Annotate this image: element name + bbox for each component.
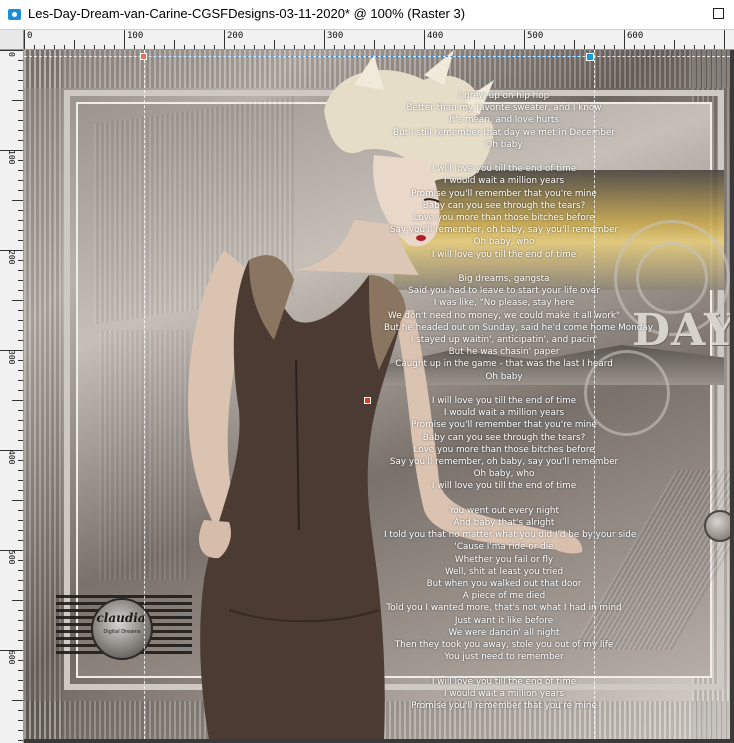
lyric-line: Love you more than those bitches before [413,444,595,455]
lyric-line [384,383,624,395]
lyric-line: You just need to remember [444,652,564,663]
lyric-line: I was like, "No please, stay here [433,298,575,309]
title-bar[interactable]: Les-Day-Dream-van-Carine-CGSFDesigns-03-… [0,0,734,30]
watermark-badge: claudia Digital Dreams [56,595,192,660]
transform-handle[interactable] [364,397,371,404]
image-canvas[interactable]: DAY I grew up on hip hop Better than my … [24,50,730,739]
camera-icon [8,9,21,20]
lyric-line: I would wait a million years [443,688,565,699]
lyric-line: Say you'll remember, oh baby, say you'll… [389,225,619,236]
lyric-line: I would wait a million years [443,408,565,419]
lyric-line [384,663,624,675]
lyric-line: Oh baby [485,139,523,150]
ruler-top-label: 400 [427,31,444,41]
ruler-left-label: 0 [7,52,16,57]
lyric-line: I will love you till the end of time [431,164,577,175]
decorative-knob [704,510,730,542]
lyric-line: 'Cause I'ma ride or die [454,542,554,553]
ruler-vertical[interactable]: 0 100 200 300 400 500 600 [0,50,24,743]
lyric-line: But when you walked out that door [426,579,582,590]
lyric-line: Promise you'll remember that you're mine [411,420,597,431]
lyric-line: Oh baby [485,371,523,382]
ruler-left-label: 200 [7,250,16,265]
image-window: Les-Day-Dream-van-Carine-CGSFDesigns-03-… [0,0,734,743]
lyric-line: Promise you'll remember that you're mine [411,701,597,712]
building-texture [94,95,294,325]
guide-handle[interactable] [586,53,594,61]
lyric-line: We were dancin' all night [448,627,560,638]
ruler-left-label: 600 [7,650,16,665]
ruler-left-label: 300 [7,350,16,365]
lyric-line: Love you more than those bitches before [413,213,595,224]
lyric-line: I will love you till the end of time [431,676,577,687]
lyric-line: Told you I wanted more, that's not what … [386,603,622,614]
lyric-line: Oh baby, who [473,469,535,480]
guide-vertical[interactable] [594,50,595,739]
lyric-line: Caught up in the game - that was the las… [395,359,613,370]
lyric-line [384,261,624,273]
scrollbar-horizontal[interactable] [24,739,730,743]
lyric-line: I will love you till the end of time [431,249,577,260]
lyric-line [384,151,624,163]
border-pattern-bottom [24,701,730,739]
lyric-line: Promise you'll remember that you're mine [411,188,597,199]
ruler-left-label: 100 [7,150,16,165]
lyric-line: You went out every night [449,505,559,516]
guide-vertical[interactable] [144,50,145,739]
ruler-top-label: 0 [27,31,33,41]
lyric-line: I will love you till the end of time [431,481,577,492]
lyric-line: Well, shit at least you tried [444,566,564,577]
watermark-subtitle: Digital Dreams [103,629,141,635]
lyric-line: Oh baby, who [473,237,535,248]
lyric-line: And baby that's alright [453,518,555,529]
maximize-icon[interactable] [713,8,724,19]
deco-circle [636,242,708,314]
ruler-top-label: 500 [527,31,544,41]
lyric-line: I told you that no matter what you did I… [384,530,637,541]
lyric-line: Baby can you see through the tears? [422,432,586,443]
lyric-line: I will love you till the end of time [431,396,577,407]
lyric-line: Then they took you away, stole you out o… [394,640,614,651]
ruler-left-label: 500 [7,550,16,565]
ruler-corner [0,30,24,50]
window-title: Les-Day-Dream-van-Carine-CGSFDesigns-03-… [28,6,466,21]
lyric-line: It's mean, and love hurts [449,115,559,126]
ruler-horizontal[interactable]: 0 100 200 300 400 500 600 [24,30,734,50]
lyric-line: But I still remember that day we met in … [393,127,615,138]
guide-handle[interactable] [140,53,147,60]
lyric-line: Whether you fail or fly [454,554,554,565]
ruler-left-label: 400 [7,450,16,465]
lyric-line: Better than my favorite sweater, and I k… [406,103,602,114]
lyric-line: Just want it like before [454,615,554,626]
ruler-top-label: 300 [327,31,344,41]
lyric-line: Baby can you see through the tears? [422,200,586,211]
lyric-line: A piece of me died [462,591,546,602]
lyrics-text-block: I grew up on hip hop Better than my favor… [384,90,653,712]
lyric-line: But he was chasin' paper [448,347,560,358]
lyric-line: Said you had to leave to start your life… [408,286,600,297]
lyric-line: I grew up on hip hop [458,91,550,101]
lyric-line: I stayed up waitin', anticipatin', and p… [410,335,598,346]
lyric-line: We don't need no money, we could make it… [388,310,620,321]
guide-horizontal[interactable] [24,56,730,57]
lyric-line: I would wait a million years [443,176,565,187]
ruler-top-label: 600 [627,31,644,41]
watermark-signature: claudia [96,611,146,625]
lyric-line: But he headed out on Sunday, said he'd c… [384,322,653,333]
scrollbar-vertical[interactable] [730,50,734,743]
ruler-top-label: 200 [227,31,244,41]
lyric-line: Say you'll remember, oh baby, say you'll… [389,457,619,468]
lyric-line [384,493,624,505]
lyric-line: Big dreams, gangsta [458,274,550,285]
ruler-top-label: 100 [127,31,144,41]
